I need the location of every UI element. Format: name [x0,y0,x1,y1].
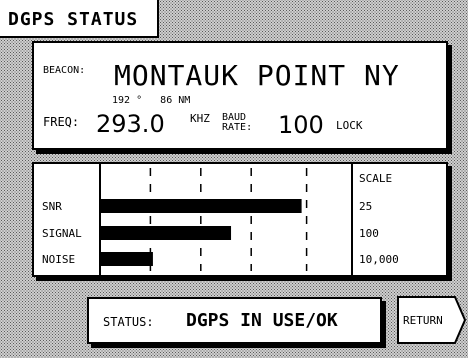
baud-rate-value: 100 [278,111,324,139]
freq-value: 293.0 [96,110,165,138]
bar-label-noise: NOISE [42,253,75,266]
status-value: DGPS IN USE/OK [186,310,338,331]
beacon-panel: BEACON: MONTAUK POINT NY 192 ° 86 NM FRE… [32,41,448,150]
scale-value-noise: 10,000 [359,253,399,266]
distance-value: 86 NM [160,95,191,106]
signal-chart: SCALE SNR 25 SIGNAL 100 NOISE 10,000 [42,164,399,275]
freq-unit: KHZ [190,112,210,125]
bar-label-snr: SNR [42,200,62,213]
signal-chart-panel: SCALE SNR 25 SIGNAL 100 NOISE 10,000 [32,162,448,277]
beacon-name: MONTAUK POINT NY [114,59,400,92]
status-box: STATUS: DGPS IN USE/OK [87,297,382,344]
bar-signal [100,226,232,240]
bearing-distance: 192 ° 86 NM [112,95,190,106]
bearing-value: 192 ° [112,95,143,106]
title-tab: DGPS STATUS [0,0,159,38]
return-button[interactable]: RETURN [397,296,467,346]
bar-label-signal: SIGNAL [42,227,82,240]
status-label: STATUS: [103,315,154,329]
return-button-label: RETURN [403,314,443,327]
lock-status: LOCK [336,119,363,132]
bar-snr [100,199,302,213]
scale-header: SCALE [359,172,392,185]
beacon-label: BEACON: [43,65,86,76]
baud-label-line2: RATE: [222,122,253,133]
bar-noise [100,252,153,266]
scale-value-signal: 100 [359,227,379,240]
page-title: DGPS STATUS [8,9,139,30]
baud-rate-label: BAUD RATE: [222,113,252,133]
freq-label: FREQ: [43,115,80,129]
scale-value-snr: 25 [359,200,372,213]
